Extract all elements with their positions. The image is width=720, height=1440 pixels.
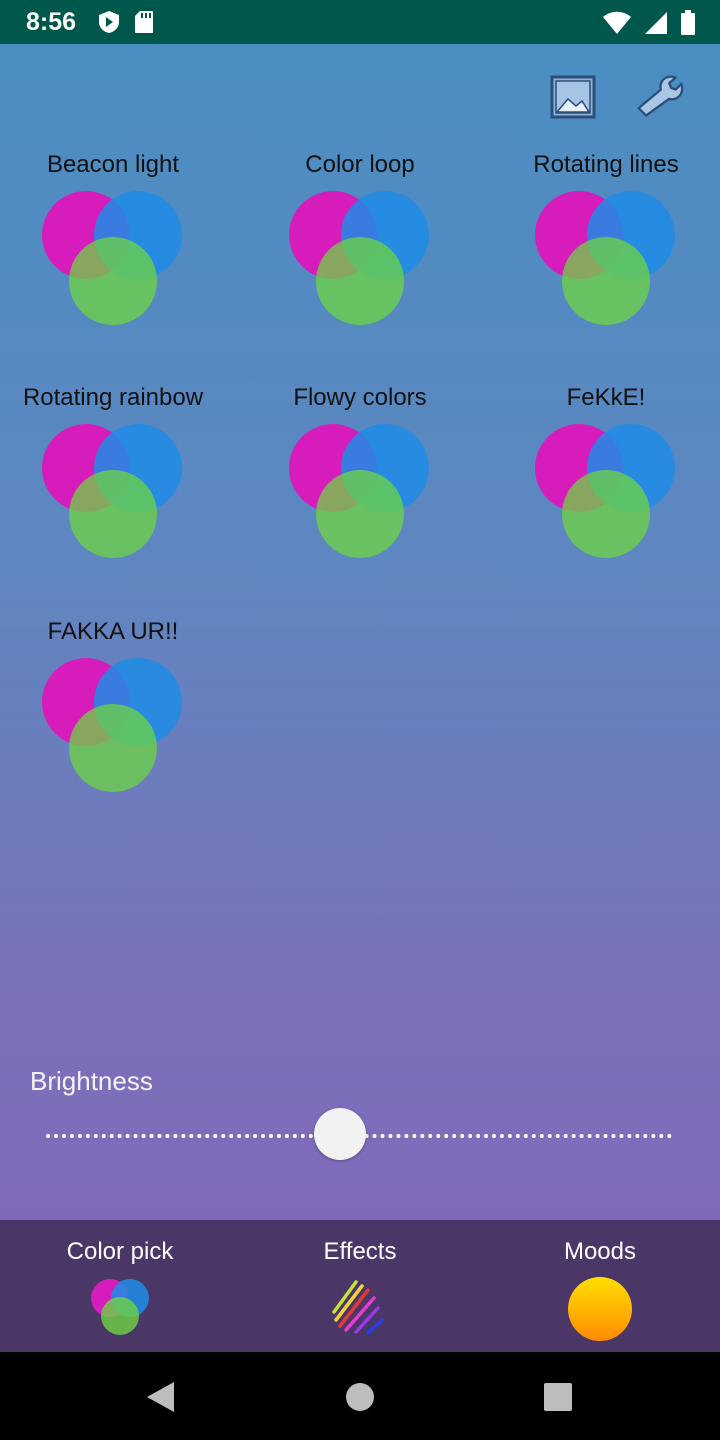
signal-icon [644,11,668,40]
rgb-circles-icon [42,424,182,558]
settings-button[interactable] [634,72,684,122]
effect-color-loop[interactable]: Color loop [247,151,473,361]
rgb-circles-icon [42,191,182,325]
wrench-icon [637,75,684,117]
effect-flowy-colors[interactable]: Flowy colors [247,384,473,594]
rgb-circles-icon [289,191,429,325]
battery-icon [680,10,696,41]
effect-label: Rotating lines [533,151,679,178]
image-icon [550,75,596,119]
moods-icon [568,1277,632,1341]
effect-label: FAKKA UR!! [47,618,179,645]
back-icon[interactable] [144,1380,178,1414]
effects-icon [332,1280,384,1335]
effect-label: Color loop [305,151,415,178]
status-bar: 8:56 [0,0,720,44]
nav-color-pick[interactable]: Color pick [0,1220,240,1352]
rgb-circles-icon [289,424,429,558]
color-pick-icon [91,1279,149,1335]
rgb-circles-icon [535,191,675,325]
play-protect-icon [98,10,120,39]
effect-label: Flowy colors [293,384,427,411]
rgb-circles-icon [535,424,675,558]
nav-effects[interactable]: Effects [240,1220,480,1352]
wifi-icon [602,11,632,40]
effect-beacon-light[interactable]: Beacon light [0,151,226,361]
main-panel: Beacon light Color loop Rotating lines R… [0,44,720,1220]
sd-card-icon [134,10,154,39]
slider-thumb[interactable] [314,1108,367,1160]
status-time: 8:56 [26,8,77,36]
effect-fekke[interactable]: FeKkE! [493,384,719,594]
effect-label: Rotating rainbow [22,384,204,411]
bottom-nav: Color pick Effects Moods [0,1220,720,1352]
system-nav-bar [0,1352,720,1440]
rgb-circles-icon [42,658,182,792]
effect-label: FeKkE! [566,384,646,411]
nav-moods[interactable]: Moods [480,1220,720,1352]
recents-icon[interactable] [541,1380,575,1414]
effect-rotating-lines[interactable]: Rotating lines [493,151,719,361]
brightness-slider[interactable] [46,1108,672,1160]
nav-label: Effects [323,1238,397,1265]
effect-rotating-rainbow[interactable]: Rotating rainbow [0,384,226,594]
nav-label: Color pick [66,1238,174,1265]
effect-fakka-ur[interactable]: FAKKA UR!! [0,618,226,828]
nav-label: Moods [563,1238,637,1265]
brightness-label: Brightness [30,1066,153,1096]
effect-label: Beacon light [46,151,180,178]
image-button[interactable] [548,72,598,122]
home-icon[interactable] [343,1380,377,1414]
